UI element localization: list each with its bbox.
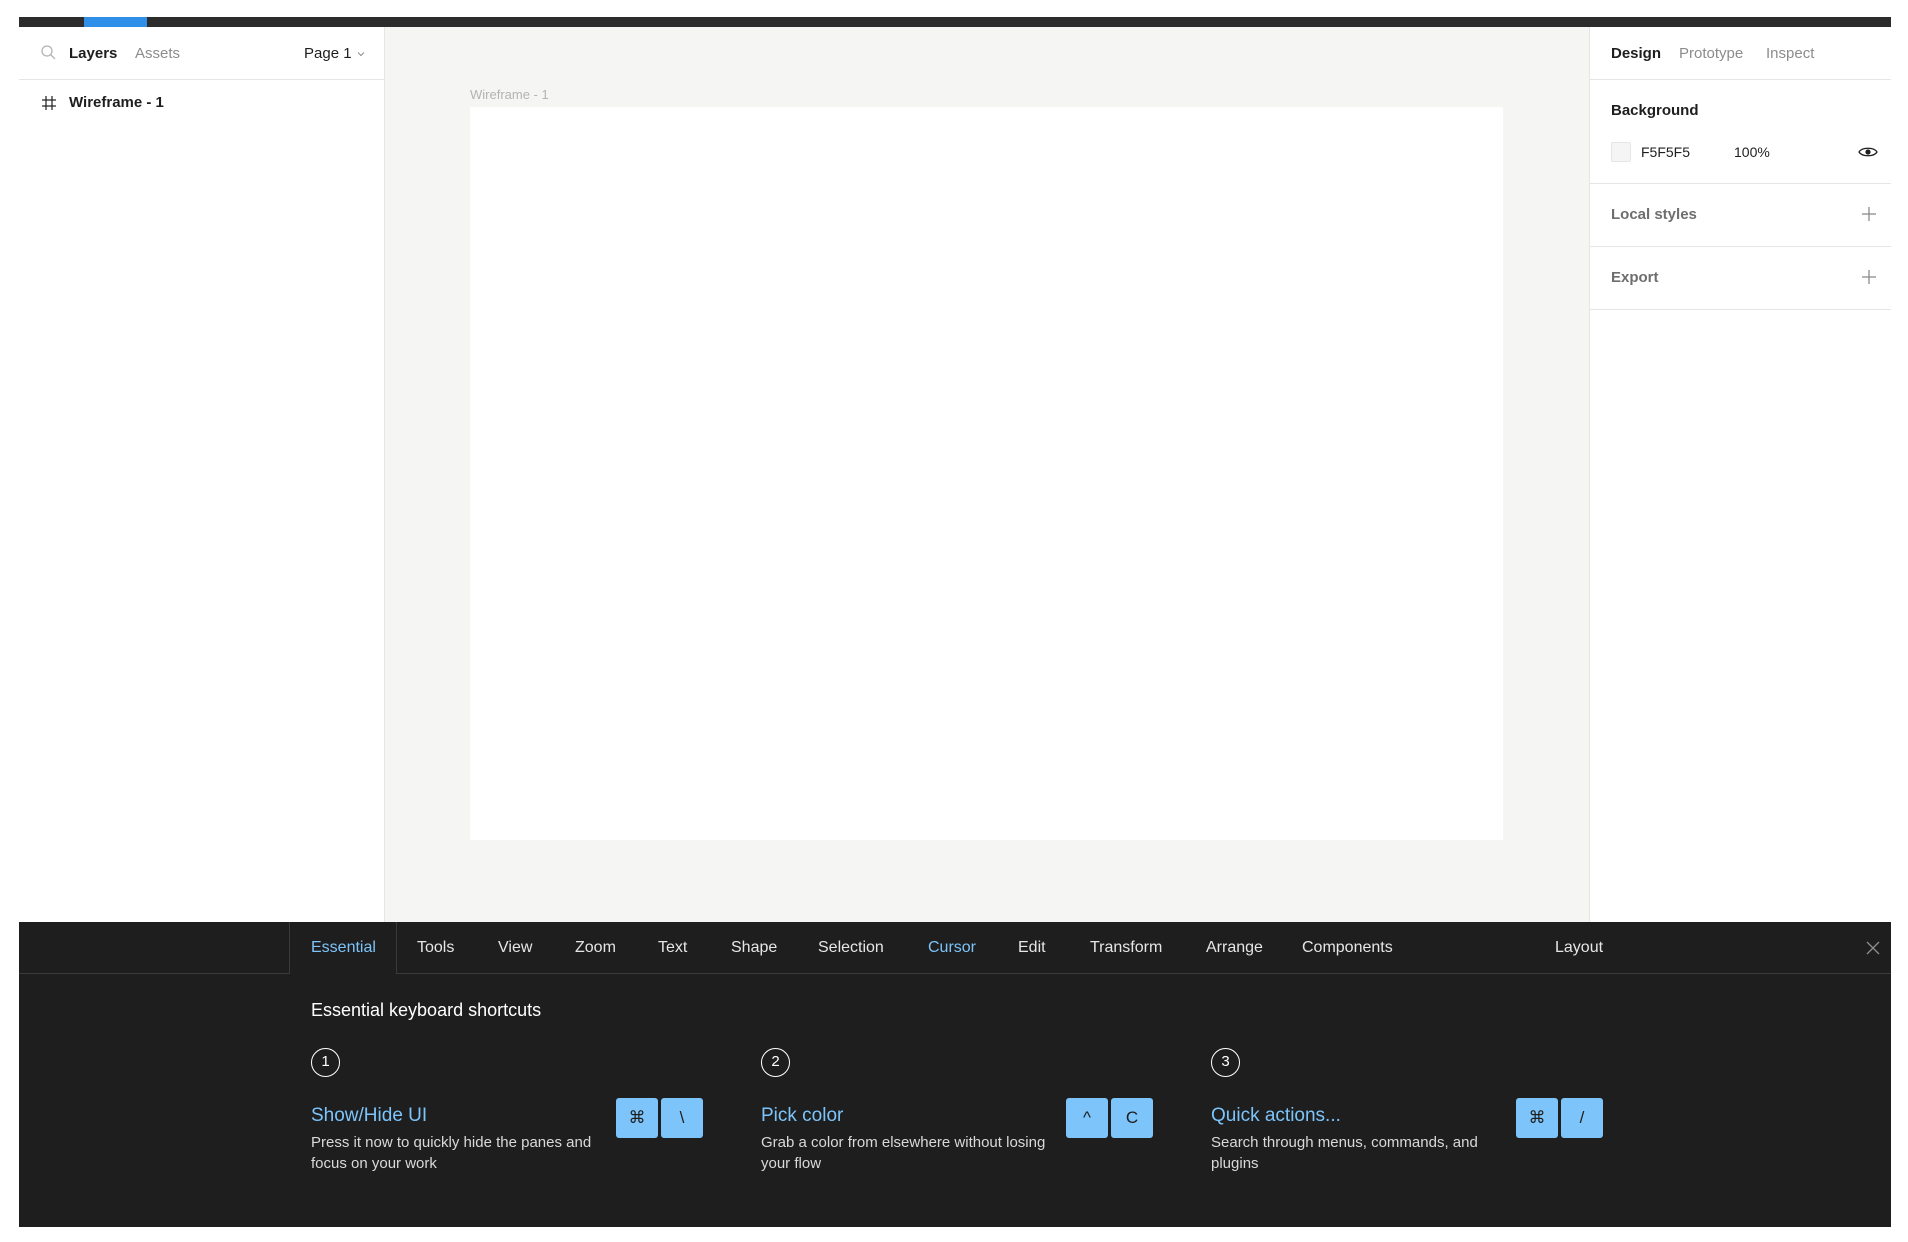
page-selector-label: Page 1 — [304, 45, 352, 62]
divider — [19, 973, 289, 974]
key-cap: ⌘ — [1516, 1098, 1558, 1138]
key-cap: ⌘ — [616, 1098, 658, 1138]
tab-assets[interactable]: Assets — [135, 45, 180, 62]
layer-item[interactable]: Wireframe - 1 — [19, 89, 384, 119]
export-title: Export — [1611, 269, 1659, 286]
shortcuts-tabbar: Essential Tools View Zoom Text Shape Sel… — [19, 922, 1891, 974]
background-opacity-input[interactable]: 100% — [1734, 144, 1770, 160]
tab-zoom[interactable]: Zoom — [575, 939, 616, 957]
keyboard-shortcuts-panel: Essential Tools View Zoom Text Shape Sel… — [19, 922, 1891, 1227]
local-styles-section: Local styles — [1590, 184, 1891, 247]
tab-selection[interactable]: Selection — [818, 939, 884, 957]
tab-components[interactable]: Components — [1302, 939, 1393, 957]
tab-view[interactable]: View — [498, 939, 532, 957]
divider — [397, 973, 1891, 974]
frame-label[interactable]: Wireframe - 1 — [470, 87, 549, 102]
wireframe-frame[interactable] — [470, 107, 1503, 840]
chevron-down-icon — [357, 52, 364, 57]
export-section: Export — [1590, 247, 1891, 310]
tab-shape[interactable]: Shape — [731, 939, 777, 957]
layers-panel: Layers Assets Page 1 Wireframe - 1 — [19, 27, 385, 922]
step-number: 2 — [761, 1048, 790, 1077]
search-icon[interactable] — [40, 44, 57, 61]
tab-layers[interactable]: Layers — [69, 45, 117, 62]
page-selector[interactable]: Page 1 — [304, 45, 366, 62]
top-toolbar — [19, 17, 1891, 27]
tab-text[interactable]: Text — [658, 939, 687, 957]
tab-edit[interactable]: Edit — [1018, 939, 1046, 957]
tab-design[interactable]: Design — [1611, 45, 1661, 62]
key-cap: ^ — [1066, 1098, 1108, 1138]
properties-panel: Design Prototype Inspect Background F5F5… — [1589, 27, 1891, 922]
tab-layout[interactable]: Layout — [1555, 939, 1603, 957]
tab-transform[interactable]: Transform — [1090, 939, 1162, 957]
background-section: Background F5F5F5 100% — [1590, 80, 1891, 184]
properties-panel-header: Design Prototype Inspect — [1590, 27, 1891, 80]
active-tool-indicator[interactable] — [84, 17, 147, 27]
local-styles-title: Local styles — [1611, 206, 1697, 223]
layer-name: Wireframe - 1 — [69, 94, 164, 111]
plus-icon[interactable] — [1861, 269, 1877, 285]
close-icon[interactable] — [1865, 940, 1881, 956]
eye-icon[interactable] — [1858, 145, 1878, 159]
frame-icon — [42, 96, 56, 110]
background-title: Background — [1611, 102, 1699, 119]
step-number: 1 — [311, 1048, 340, 1077]
shortcut-title[interactable]: Quick actions... — [1211, 1105, 1341, 1127]
canvas[interactable]: Wireframe - 1 — [385, 27, 1589, 922]
shortcut-description: Grab a color from elsewhere without losi… — [761, 1134, 1046, 1172]
shortcut-description: Search through menus, commands, and plug… — [1211, 1134, 1478, 1172]
figma-app: Layers Assets Page 1 Wireframe - 1 Wiref… — [19, 17, 1891, 1227]
background-hex-input[interactable]: F5F5F5 — [1641, 144, 1690, 160]
layers-panel-header: Layers Assets Page 1 — [19, 27, 384, 80]
key-cap: C — [1111, 1098, 1153, 1138]
tab-tools[interactable]: Tools — [417, 939, 454, 957]
plus-icon[interactable] — [1861, 206, 1877, 222]
background-color-swatch[interactable] — [1611, 142, 1631, 162]
tab-prototype[interactable]: Prototype — [1679, 45, 1743, 62]
key-cap: \ — [661, 1098, 703, 1138]
shortcut-title[interactable]: Pick color — [761, 1105, 843, 1127]
tab-cursor[interactable]: Cursor — [928, 939, 976, 957]
key-cap: / — [1561, 1098, 1603, 1138]
tab-arrange[interactable]: Arrange — [1206, 939, 1263, 957]
shortcut-title[interactable]: Show/Hide UI — [311, 1105, 427, 1127]
step-number: 3 — [1211, 1048, 1240, 1077]
shortcut-description: Press it now to quickly hide the panes a… — [311, 1134, 592, 1172]
tab-essential[interactable]: Essential — [311, 939, 376, 957]
shortcuts-title: Essential keyboard shortcuts — [311, 1000, 542, 1020]
tab-inspect[interactable]: Inspect — [1766, 45, 1814, 62]
